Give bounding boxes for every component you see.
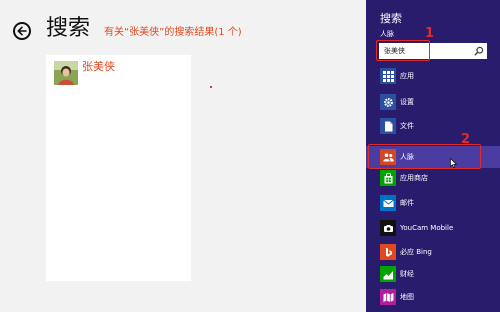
app-label: YouCam Mobile [400, 223, 454, 232]
file-icon [380, 118, 396, 134]
app-item-bing[interactable]: 必应 Bing [366, 241, 500, 263]
callout-box-people [368, 144, 481, 169]
app-label: 文件 [400, 121, 414, 130]
app-label: 财经 [400, 269, 414, 278]
back-button[interactable] [13, 22, 31, 40]
app-label: 地图 [400, 292, 414, 301]
mail-icon [380, 195, 396, 211]
camera-icon [380, 220, 396, 236]
app-item-settings[interactable]: 设置 [366, 91, 500, 113]
finance-icon [380, 266, 396, 282]
app-item-youcam[interactable]: YouCam Mobile [366, 217, 500, 239]
maps-icon [380, 289, 396, 305]
stray-dot [210, 86, 212, 88]
app-label: 邮件 [400, 198, 414, 207]
app-item-store[interactable]: 应用商店 [366, 167, 500, 189]
contact-result-item[interactable]: 张美侠 [54, 60, 115, 85]
page-title: 搜索 [46, 16, 91, 41]
contact-name: 张美侠 [82, 60, 115, 73]
result-summary: 有关“张美侠”的搜索结果(1 个) [104, 27, 242, 38]
results-panel: 张美侠 [46, 55, 191, 281]
app-label: 设置 [400, 97, 414, 106]
callout-box-search [376, 40, 430, 61]
callout-number-2: 2 [461, 132, 471, 147]
app-label: 必应 Bing [400, 247, 432, 256]
contact-avatar [54, 61, 78, 85]
app-label: 应用 [400, 71, 414, 80]
apps-icon [380, 68, 396, 84]
gear-icon [380, 94, 396, 110]
app-item-files[interactable]: 文件 [366, 115, 500, 137]
app-item-finance[interactable]: 财经 [366, 263, 500, 285]
app-item-mail[interactable]: 邮件 [366, 192, 500, 214]
search-icon[interactable] [474, 46, 484, 56]
app-item-apps[interactable]: 应用 [366, 65, 500, 87]
search-scope-label: 人脉 [380, 30, 394, 38]
app-label: 应用商店 [400, 173, 428, 182]
back-arrow-icon [17, 26, 27, 36]
bing-icon [380, 244, 396, 260]
callout-number-1: 1 [425, 26, 435, 41]
mouse-cursor-icon [450, 158, 457, 168]
store-icon [380, 170, 396, 186]
app-item-maps[interactable]: 地图 [366, 286, 500, 308]
charm-title: 搜索 [380, 12, 402, 25]
